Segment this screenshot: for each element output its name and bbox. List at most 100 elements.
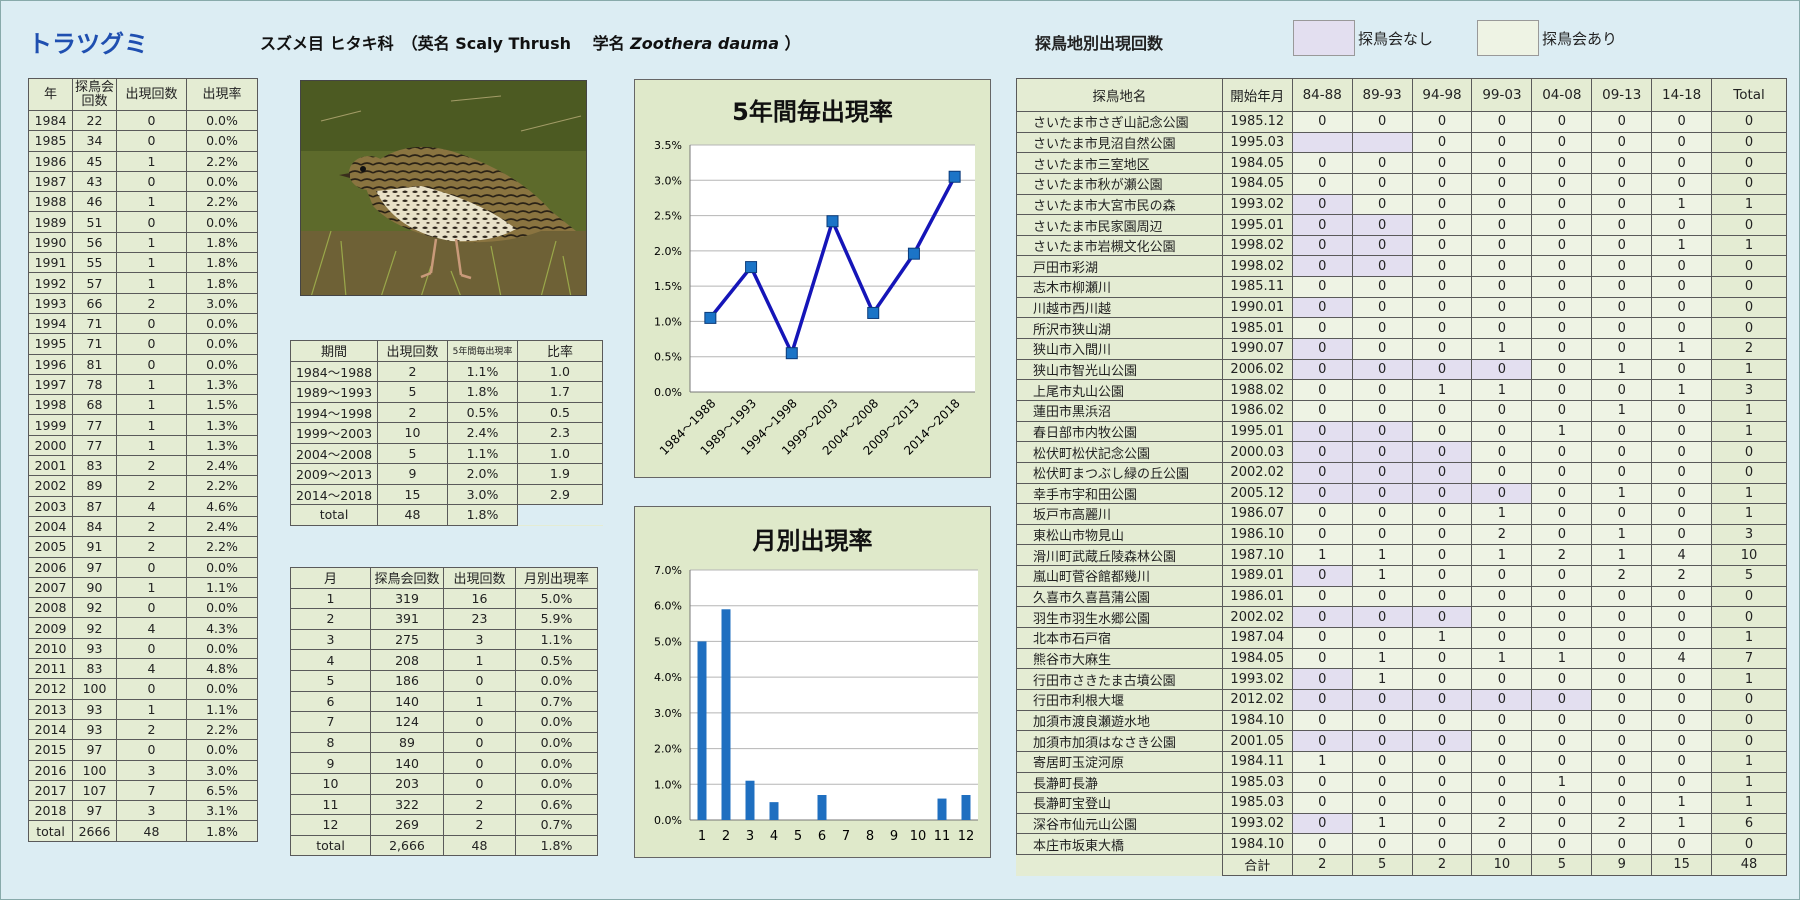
table-row: 2011 83 4 4.8% bbox=[28, 658, 258, 680]
table-cell: 1 bbox=[116, 272, 187, 294]
table-row: 2015 97 0 0.0% bbox=[28, 739, 258, 761]
table-cell: 1998 bbox=[28, 394, 73, 416]
site-name: さいたま市岩槻文化公園 bbox=[1016, 234, 1223, 257]
table-cell: 0 bbox=[1291, 296, 1353, 319]
table-row: 1984 22 0 0.0% bbox=[28, 109, 258, 132]
table-cell: 0 bbox=[1471, 317, 1533, 340]
table-cell: 0 bbox=[1531, 193, 1593, 216]
table-cell: 2 bbox=[116, 475, 187, 497]
site-start: 1989.01 bbox=[1221, 565, 1293, 587]
table-cell: 275 bbox=[370, 628, 444, 651]
table-cell: 0 bbox=[1591, 771, 1653, 794]
table-cell: 97 bbox=[72, 739, 117, 761]
table-cell: 0 bbox=[1411, 399, 1473, 422]
site-name: 滑川町武蔵丘陵森林公園 bbox=[1016, 544, 1223, 567]
x-tick-label: 4 bbox=[770, 829, 778, 844]
table-cell: 1 bbox=[1591, 399, 1653, 422]
subtitle-close-paren: ） bbox=[784, 34, 801, 53]
table-cell: 97 bbox=[72, 556, 117, 578]
table-cell: 1 bbox=[1711, 627, 1787, 649]
table-cell: 0 bbox=[1711, 255, 1787, 278]
table-cell: 0 bbox=[1531, 461, 1593, 484]
table-cell: 1 bbox=[1531, 771, 1593, 794]
legend-swatch-event bbox=[1477, 20, 1539, 56]
site-start: 1984.05 bbox=[1221, 152, 1293, 174]
table-cell: 0 bbox=[1651, 276, 1713, 298]
table-cell: 6 bbox=[290, 690, 371, 713]
table-cell: 0.6% bbox=[515, 793, 598, 816]
site-name: 所沢市狭山湖 bbox=[1016, 317, 1223, 340]
species-order: スズメ目 ヒタキ科 bbox=[260, 34, 394, 53]
table-cell: 0 bbox=[1411, 792, 1473, 814]
table-cell: 0 bbox=[1291, 688, 1353, 711]
table-cell: 0 bbox=[1471, 730, 1533, 752]
site-name: 久喜市久喜菖蒲公園 bbox=[1016, 585, 1223, 608]
table-cell: 0 bbox=[1711, 317, 1787, 340]
table-cell: 6.5% bbox=[186, 779, 258, 802]
site-name: さいたま市三室地区 bbox=[1016, 152, 1223, 174]
table-cell: 2 bbox=[1651, 565, 1713, 587]
table-cell: 43 bbox=[72, 170, 117, 193]
table-cell: 81 bbox=[72, 353, 117, 375]
table-cell: 0 bbox=[1411, 688, 1473, 711]
table-cell: 48 bbox=[116, 820, 187, 842]
table-cell: 1 bbox=[1351, 812, 1413, 835]
site-header-cell: 89-93 bbox=[1351, 78, 1413, 112]
table-cell: 0 bbox=[443, 772, 516, 795]
site-start: 1986.07 bbox=[1221, 503, 1293, 525]
blank-cell bbox=[517, 504, 603, 525]
site-name: 幸手市宇和田公園 bbox=[1016, 482, 1223, 505]
table-cell: 2016 bbox=[28, 759, 73, 781]
table-cell: 0.0% bbox=[186, 211, 258, 233]
table-cell: 0 bbox=[1591, 688, 1653, 711]
table-row: 狭山市入間川 1990.07 0 0 0 1 0 0 1 2 bbox=[1016, 338, 1787, 360]
table-cell: 4.8% bbox=[186, 658, 258, 680]
table-cell: 0 bbox=[1471, 627, 1533, 649]
table-cell: 0 bbox=[1711, 131, 1787, 154]
table-cell: 9 bbox=[377, 463, 448, 485]
table-cell: 0 bbox=[1711, 214, 1787, 236]
table-cell: 4 bbox=[116, 658, 187, 680]
table-cell: 48 bbox=[1711, 854, 1787, 876]
site-name: 北本市石戸宿 bbox=[1016, 627, 1223, 649]
table-cell: 140 bbox=[370, 752, 444, 774]
table-cell: 0.0% bbox=[186, 678, 258, 700]
table-row: 2010 93 0 0.0% bbox=[28, 637, 258, 660]
table-cell: 0 bbox=[1471, 131, 1533, 154]
table-cell: 0 bbox=[1291, 379, 1353, 401]
site-name: 深谷市仙元山公園 bbox=[1016, 812, 1223, 835]
table-cell: 89 bbox=[72, 475, 117, 497]
table-cell: 0 bbox=[1711, 709, 1787, 732]
table-row: 2014～2018 15 3.0% 2.9 bbox=[290, 483, 603, 505]
table-row: 1994 71 0 0.0% bbox=[28, 312, 258, 335]
table-cell: 5.9% bbox=[515, 608, 598, 630]
table-row: さいたま市秋が瀬公園 1984.05 0 0 0 0 0 0 0 0 bbox=[1016, 172, 1787, 195]
site-start: 1987.04 bbox=[1221, 627, 1293, 649]
table-cell: 78 bbox=[72, 373, 117, 396]
table-cell: 0 bbox=[1411, 812, 1473, 835]
table-cell: 1 bbox=[116, 394, 187, 416]
table-cell: 2.4% bbox=[186, 515, 258, 538]
table-cell: 1 bbox=[1711, 771, 1787, 794]
table-cell: 22 bbox=[72, 109, 117, 132]
table-cell: 0 bbox=[1351, 441, 1413, 463]
table-cell: 0 bbox=[1291, 255, 1353, 278]
table-cell: 0 bbox=[1411, 152, 1473, 174]
table-cell: 1 bbox=[1711, 668, 1787, 690]
table-cell: 140 bbox=[370, 690, 444, 713]
table-cell: 1.0 bbox=[517, 360, 603, 382]
table-cell: 1 bbox=[1711, 193, 1787, 216]
table-cell: 1999 bbox=[28, 414, 73, 436]
table-cell: 0.0% bbox=[515, 731, 598, 754]
table-cell: 0 bbox=[1291, 709, 1353, 732]
table-cell: 2010 bbox=[28, 637, 73, 660]
table-cell: 0 bbox=[1471, 441, 1533, 463]
table-row: 8 89 0 0.0% bbox=[290, 731, 598, 754]
table-cell: 0 bbox=[1531, 358, 1593, 381]
table-cell: 9 bbox=[290, 752, 371, 774]
table-cell: 322 bbox=[370, 793, 444, 816]
table-cell: 0 bbox=[1351, 709, 1413, 732]
table-cell: 0 bbox=[1291, 523, 1353, 546]
table-cell: 3 bbox=[116, 759, 187, 781]
table-cell: 0 bbox=[1471, 152, 1533, 174]
